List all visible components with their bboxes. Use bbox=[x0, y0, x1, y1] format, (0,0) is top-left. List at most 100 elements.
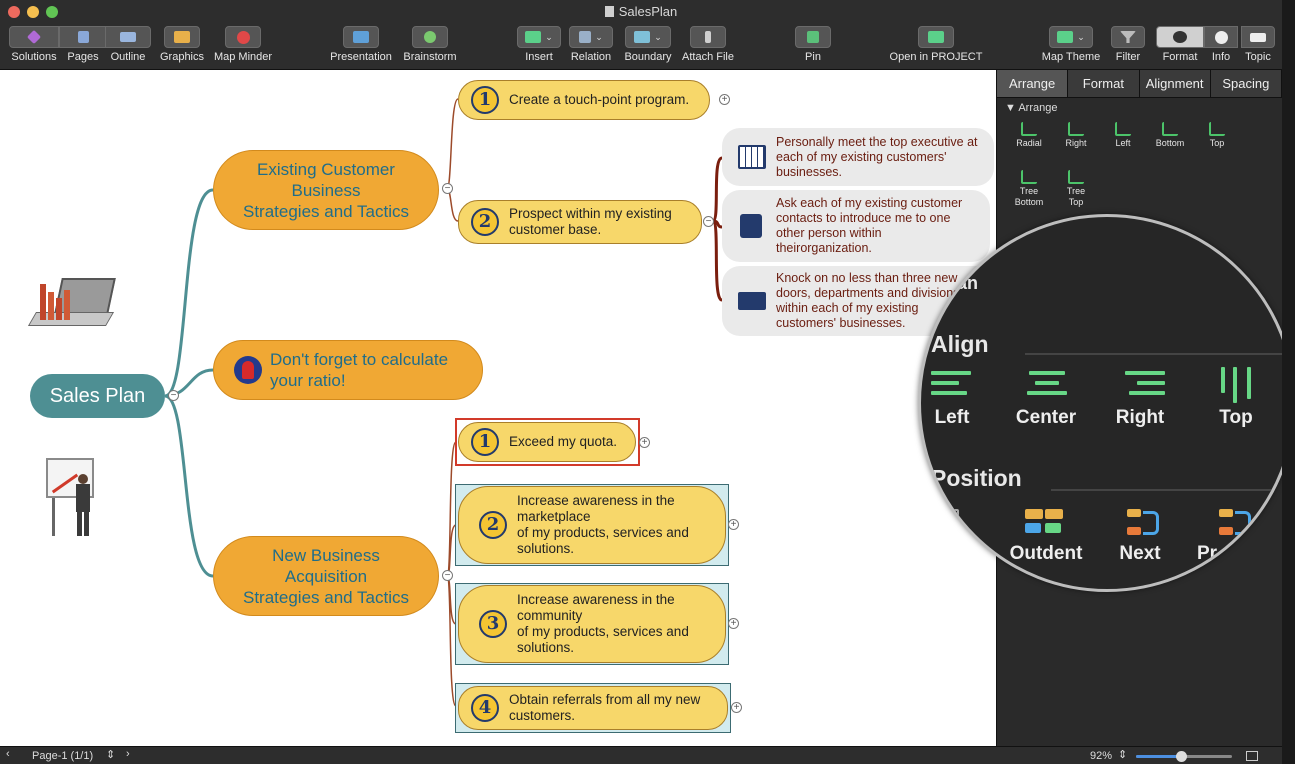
solutions-icon bbox=[26, 29, 42, 45]
topic-awareness-community[interactable]: 3 Increase awareness in the community of m… bbox=[458, 585, 726, 663]
connector-branch1 bbox=[164, 188, 214, 398]
toolbar-pin[interactable]: Pin bbox=[795, 26, 831, 63]
tab-arrange[interactable]: Arrange bbox=[997, 70, 1069, 97]
notebook-icon bbox=[740, 214, 762, 238]
align-left-button[interactable]: Left bbox=[921, 407, 997, 429]
document-icon bbox=[604, 6, 614, 17]
toolbar-filter[interactable]: Filter bbox=[1110, 26, 1146, 63]
toolbar-outline[interactable]: Outline bbox=[104, 26, 152, 63]
align-left-icon bbox=[931, 367, 975, 405]
tab-alignment[interactable]: Alignment bbox=[1139, 70, 1211, 97]
align-top-button[interactable]: Top bbox=[1191, 407, 1281, 429]
next-page-icon[interactable]: › bbox=[126, 748, 130, 760]
toolbar-map-theme[interactable]: ⌄ Map Theme bbox=[1040, 26, 1102, 63]
filter-icon bbox=[1120, 31, 1136, 43]
topic-referrals[interactable]: 4 Obtain referrals from all my new custom… bbox=[458, 686, 728, 730]
topic-prospect[interactable]: 2 Prospect within my existing customer ba… bbox=[458, 200, 702, 244]
toolbar-info[interactable]: Info bbox=[1203, 26, 1239, 63]
scrollbar[interactable] bbox=[1282, 0, 1295, 764]
collapse-toggle[interactable]: − bbox=[442, 570, 453, 581]
next-icon bbox=[1125, 507, 1165, 541]
topic-exceed-quota[interactable]: 1 Exceed my quota. bbox=[458, 422, 636, 462]
toolbar-brainstorm[interactable]: Brainstorm bbox=[400, 26, 460, 63]
layout-tree-top-button[interactable]: Tree Top bbox=[1052, 170, 1100, 208]
panel-tabs: Arrange Format Alignment Spacing bbox=[997, 70, 1282, 98]
note-meet-executive[interactable]: Personally meet the top executive at each… bbox=[722, 128, 994, 186]
collapse-toggle[interactable]: − bbox=[168, 390, 179, 401]
graphics-icon bbox=[174, 31, 190, 43]
boundary-icon bbox=[634, 31, 651, 43]
collapse-toggle[interactable]: − bbox=[703, 216, 714, 227]
expand-toggle[interactable]: + bbox=[728, 519, 739, 530]
page-stepper-icon[interactable]: ⇕ bbox=[106, 748, 115, 761]
number-badge-icon: 2 bbox=[479, 511, 507, 539]
number-badge-icon: 1 bbox=[471, 86, 499, 114]
toolbar-open-in-project[interactable]: Open in PROJECT bbox=[886, 26, 986, 63]
zoom-slider[interactable] bbox=[1136, 751, 1232, 762]
arrange-section-header[interactable]: ▼ Arrange bbox=[1005, 102, 1282, 114]
layout-top-button[interactable]: Top bbox=[1193, 122, 1241, 149]
layout-left-button[interactable]: Left bbox=[1099, 122, 1147, 149]
connector-t1 bbox=[446, 98, 459, 190]
fit-page-icon[interactable] bbox=[1246, 751, 1258, 761]
number-badge-icon: 2 bbox=[471, 208, 499, 236]
previous-button[interactable]: Pr bbox=[1177, 543, 1267, 565]
project-icon bbox=[928, 31, 944, 43]
zoom-slider-fill bbox=[1136, 755, 1180, 758]
next-button[interactable]: Next bbox=[1095, 543, 1185, 565]
connector-n1 bbox=[711, 156, 724, 223]
align-center-button[interactable]: Center bbox=[1001, 407, 1091, 429]
tab-format[interactable]: Format bbox=[1068, 70, 1140, 97]
branch-new-business[interactable]: New Business Acquisition Strategies and Ta… bbox=[213, 536, 439, 616]
note-introduce[interactable]: Ask each of my existing customer contacts… bbox=[722, 190, 990, 262]
branch-existing-customer[interactable]: Existing Customer Business Strategies and … bbox=[213, 150, 439, 230]
toolbar-boundary[interactable]: ⌄ Boundary bbox=[622, 26, 674, 63]
layout-right-button[interactable]: Right bbox=[1052, 122, 1100, 149]
layout-bottom-button[interactable]: Bottom bbox=[1146, 122, 1194, 149]
tab-spacing[interactable]: Spacing bbox=[1210, 70, 1282, 97]
expand-toggle[interactable]: + bbox=[728, 618, 739, 629]
toolbar: SalesPlan Solutions Pages Outline Graphi… bbox=[0, 0, 1282, 70]
map-canvas[interactable]: Sales Plan − Existing Customer Business St… bbox=[0, 70, 996, 746]
paperclip-icon bbox=[705, 31, 711, 43]
position-section-title: Position bbox=[931, 465, 1022, 491]
topic-touch-point[interactable]: 1 Create a touch-point program. bbox=[458, 80, 710, 120]
toolbar-graphics[interactable]: Graphics bbox=[156, 26, 208, 63]
layout-tree-bottom-button[interactable]: Tree Bottom bbox=[1005, 170, 1053, 208]
toolbar-pages[interactable]: Pages bbox=[56, 26, 110, 63]
id-card-icon bbox=[738, 292, 766, 310]
toolbar-solutions[interactable]: Solutions bbox=[6, 26, 62, 63]
align-right-icon bbox=[1121, 367, 1165, 405]
tree-top-layout-icon bbox=[1068, 170, 1084, 184]
pages-icon bbox=[77, 31, 89, 43]
branch-calculate-ratio[interactable]: Don't forget to calculate your ratio! bbox=[213, 340, 483, 400]
toolbar-format[interactable]: Format bbox=[1155, 26, 1205, 63]
connector-n3 bbox=[711, 219, 724, 302]
connector-branch3 bbox=[164, 394, 214, 578]
toolbar-relation[interactable]: ⌄ Relation bbox=[568, 26, 614, 63]
toolbar-map-minder[interactable]: Map Minder bbox=[211, 26, 275, 63]
topic-awareness-marketplace[interactable]: 2 Increase awareness in the marketplace of… bbox=[458, 486, 726, 564]
collapse-toggle[interactable]: − bbox=[442, 183, 453, 194]
expand-toggle[interactable]: + bbox=[731, 702, 742, 713]
toolbar-presentation[interactable]: Presentation bbox=[326, 26, 396, 63]
page-indicator[interactable]: Page-1 (1/1) bbox=[32, 750, 93, 762]
calendar-icon bbox=[738, 145, 766, 169]
toolbar-topic[interactable]: Topic bbox=[1238, 26, 1278, 63]
pin-icon bbox=[807, 31, 819, 43]
align-right-button[interactable]: Right bbox=[1095, 407, 1185, 429]
zoom-slider-knob[interactable] bbox=[1176, 751, 1187, 762]
prev-page-icon[interactable]: ‹ bbox=[6, 748, 10, 760]
toolbar-attach-file[interactable]: Attach File bbox=[678, 26, 738, 63]
layout-radial-button[interactable]: Radial bbox=[1005, 122, 1053, 149]
toolbar-insert[interactable]: ⌄ Insert bbox=[516, 26, 562, 63]
zoom-stepper-icon[interactable]: ⇕ bbox=[1118, 748, 1127, 761]
expand-toggle[interactable]: + bbox=[719, 94, 730, 105]
zoom-level[interactable]: 92% bbox=[1090, 750, 1112, 762]
status-bar: ‹ Page-1 (1/1) ⇕ › 92% ⇕ bbox=[0, 746, 1282, 764]
central-topic[interactable]: Sales Plan bbox=[30, 374, 165, 418]
brainstorm-icon bbox=[424, 31, 436, 43]
expand-toggle[interactable]: + bbox=[639, 437, 650, 448]
outdent-button[interactable]: Outdent bbox=[1001, 543, 1091, 565]
topic-icon bbox=[1250, 32, 1266, 42]
